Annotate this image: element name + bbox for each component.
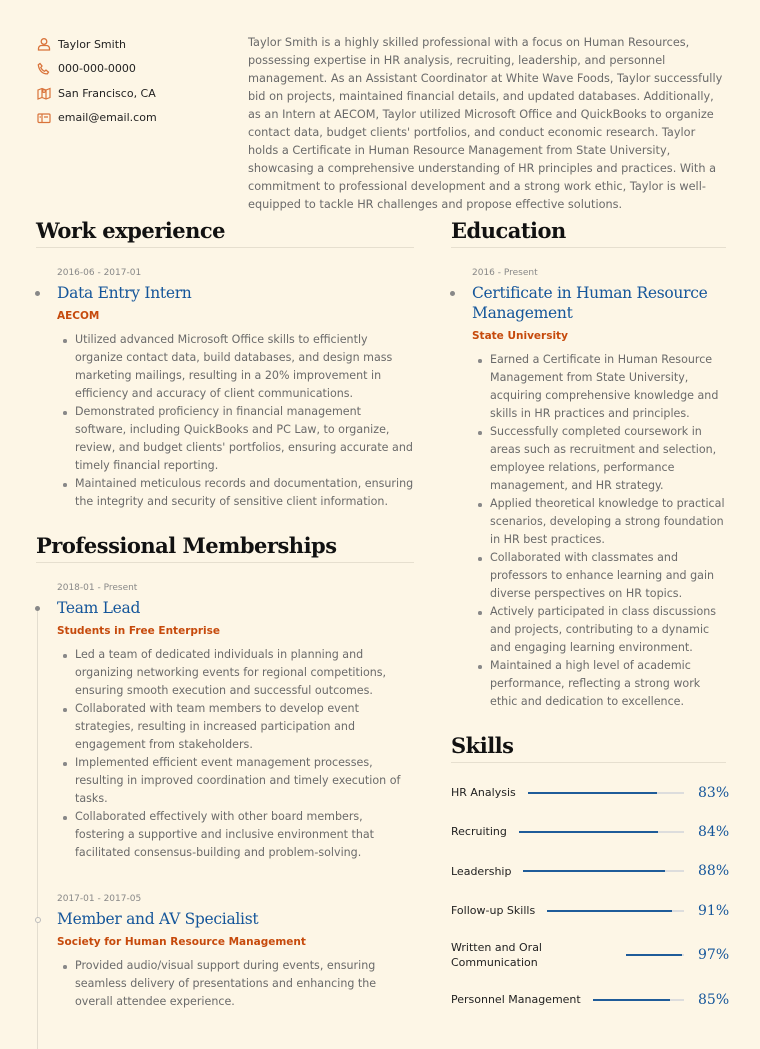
work-experience-list: 2016-06 - 2017-01 Data Entry Intern AECO…: [35, 266, 414, 511]
education-entry: 2016 - Present Certificate in Human Reso…: [450, 266, 726, 711]
bullet-item: Utilized advanced Microsoft Office skill…: [63, 331, 414, 403]
skill-fill: [527, 791, 658, 794]
entry-date: 2016-06 - 2017-01: [57, 268, 142, 278]
contact-name-text: Taylor Smith: [58, 37, 126, 51]
skill-row: Recruiting 84%: [451, 812, 730, 851]
entry-organization: State University: [472, 330, 568, 342]
skill-label: Recruiting: [451, 825, 507, 839]
education-list: 2016 - Present Certificate in Human Reso…: [450, 266, 726, 711]
skill-fill: [518, 830, 658, 833]
contact-location: San Francisco, CA: [37, 81, 157, 106]
skill-bar: [592, 998, 684, 1001]
contact-name: Taylor Smith: [37, 32, 157, 57]
membership-entry: 2017-01 - 2017-05 Member and AV Speciali…: [35, 892, 414, 1011]
skill-bar: [547, 909, 684, 912]
education-heading: Education: [451, 218, 726, 248]
skill-fill: [523, 870, 665, 873]
work-entry: 2016-06 - 2017-01 Data Entry Intern AECO…: [35, 266, 414, 511]
skill-row: Personnel Management 85%: [451, 980, 730, 1019]
skill-label: HR Analysis: [451, 786, 516, 800]
skill-bar: [518, 830, 684, 833]
skill-bar: [626, 954, 684, 957]
skill-label: Personnel Management: [451, 993, 581, 1007]
map-icon: [37, 87, 51, 101]
skill-percent: 85%: [698, 991, 730, 1008]
entry-date: 2017-01 - 2017-05: [57, 894, 142, 904]
timeline-dot: [35, 291, 40, 296]
timeline-dot: [450, 291, 455, 296]
skill-row: Written and Oral Communication 97%: [451, 930, 730, 980]
skill-bar: [523, 870, 684, 873]
skill-fill: [626, 954, 683, 957]
bullet-item: Actively participated in class discussio…: [478, 603, 726, 657]
bullet-item: Applied theoretical knowledge to practic…: [478, 495, 726, 549]
entry-title: Team Lead: [57, 599, 141, 617]
skill-percent: 83%: [698, 784, 730, 801]
skill-fill: [547, 909, 672, 912]
contact-location-text: San Francisco, CA: [58, 86, 156, 100]
entry-date: 2016 - Present: [472, 268, 538, 278]
entry-bullets: Earned a Certificate in Human Resource M…: [472, 351, 726, 711]
skill-fill: [592, 998, 671, 1001]
skill-row: Leadership 88%: [451, 852, 730, 891]
bullet-item: Maintained a high level of academic perf…: [478, 657, 726, 711]
bullet-item: Demonstrated proficiency in financial ma…: [63, 403, 414, 475]
profile-summary: Taylor Smith is a highly skilled profess…: [248, 36, 723, 211]
contact-phone-text[interactable]: 000-000-0000: [58, 62, 136, 75]
entry-bullets: Led a team of dedicated individuals in p…: [57, 646, 414, 862]
memberships-list: 2018-01 - Present Team Lead Students in …: [35, 581, 414, 1049]
phone-icon: [37, 62, 50, 75]
bullet-item: Successfully completed coursework in are…: [478, 423, 726, 495]
entry-organization: Society for Human Resource Management: [57, 936, 306, 948]
entry-title: Member and AV Specialist: [57, 910, 259, 928]
person-icon: [37, 38, 51, 51]
mailbox-icon: [37, 113, 51, 123]
skill-percent: 84%: [698, 823, 730, 840]
entry-date: 2018-01 - Present: [57, 583, 138, 593]
contact-info: Taylor Smith 000-000-0000 San Francisco,…: [37, 32, 157, 130]
skill-percent: 97%: [698, 947, 730, 964]
skills-heading: Skills: [451, 733, 726, 763]
bullet-item: Maintained meticulous records and docume…: [63, 475, 414, 511]
bullet-item: Collaborated effectively with other boar…: [63, 808, 414, 862]
contact-email: email@email.com: [37, 106, 157, 131]
skill-percent: 88%: [698, 863, 730, 880]
skills-list: HR Analysis 83% Recruiting 84% Leadershi…: [451, 773, 730, 1019]
bullet-item: Implemented efficient event management p…: [63, 754, 414, 808]
skill-label: Leadership: [451, 864, 512, 878]
bullet-item: Led a team of dedicated individuals in p…: [63, 646, 414, 700]
right-column: Education 2016 - Present Certificate in …: [450, 218, 730, 1019]
entry-bullets: Provided audio/visual support during eve…: [57, 957, 414, 1011]
contact-phone: 000-000-0000: [37, 57, 157, 82]
entry-organization: Students in Free Enterprise: [57, 625, 221, 637]
skill-bar: [527, 791, 684, 794]
skill-label: Follow-up Skills: [451, 904, 536, 918]
work-experience-heading: Work experience: [36, 218, 414, 248]
bullet-item: Earned a Certificate in Human Resource M…: [478, 351, 726, 423]
skill-label: Written and Oral Communication: [451, 941, 542, 970]
entry-bullets: Utilized advanced Microsoft Office skill…: [57, 331, 414, 511]
entry-organization: AECOM: [57, 310, 100, 322]
skill-row: Follow-up Skills 91%: [451, 891, 730, 930]
bullet-item: Collaborated with classmates and profess…: [478, 549, 726, 603]
left-column: Work experience 2016-06 - 2017-01 Data E…: [35, 218, 414, 1049]
contact-email-text[interactable]: email@email.com: [58, 111, 157, 124]
membership-entry: 2018-01 - Present Team Lead Students in …: [35, 581, 414, 862]
skill-row: HR Analysis 83%: [451, 773, 730, 812]
timeline-dot: [35, 606, 40, 611]
entry-title: Data Entry Intern: [57, 284, 192, 302]
bullet-item: Collaborated with team members to develo…: [63, 700, 414, 754]
timeline-dot: [35, 917, 41, 923]
entry-title: Certificate in Human Resource Management: [472, 284, 708, 322]
skill-percent: 91%: [698, 902, 730, 919]
memberships-heading: Professional Memberships: [36, 533, 414, 563]
bullet-item: Provided audio/visual support during eve…: [63, 957, 414, 1011]
